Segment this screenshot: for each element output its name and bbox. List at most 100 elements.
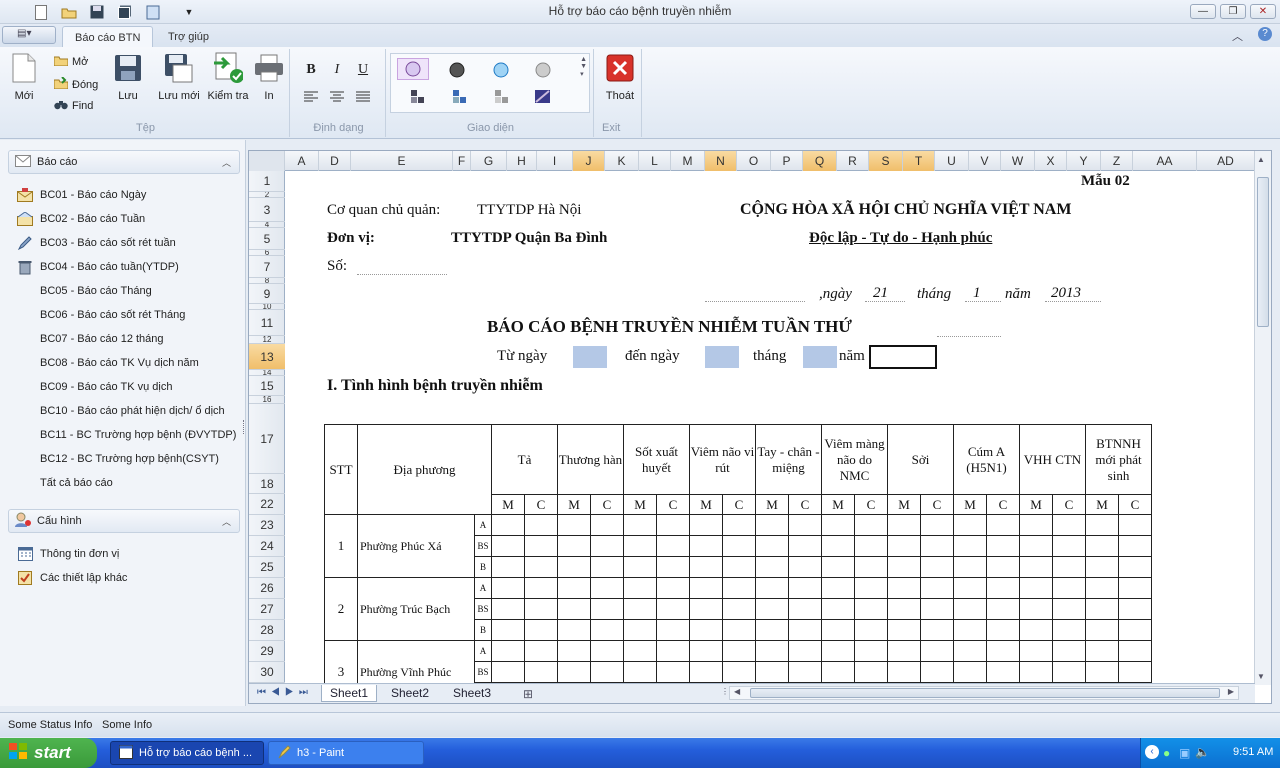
report-item-bc02[interactable]: BC02 - Báo cáo Tuần (16, 209, 145, 229)
data-cell[interactable] (491, 535, 525, 557)
location-field[interactable] (705, 301, 805, 302)
scroll-left-icon[interactable]: ◀ (734, 687, 740, 696)
stt-cell[interactable]: 2 (324, 577, 358, 641)
data-cell[interactable] (1052, 640, 1086, 662)
so-field[interactable] (357, 274, 447, 275)
data-cell[interactable] (953, 598, 987, 620)
row-header[interactable]: 28 (249, 620, 285, 641)
data-cell[interactable] (854, 619, 888, 641)
data-cell[interactable] (689, 661, 723, 683)
collapse-ribbon-icon[interactable]: ︿ (1232, 28, 1243, 44)
column-header[interactable]: O (737, 151, 771, 171)
data-cell[interactable] (821, 598, 855, 620)
data-cell[interactable] (755, 661, 789, 683)
maximize-button[interactable]: ❐ (1220, 4, 1246, 19)
row-header[interactable]: 16 (249, 396, 285, 404)
data-cell[interactable] (557, 661, 591, 683)
row-header[interactable]: 26 (249, 578, 285, 599)
data-cell[interactable] (755, 514, 789, 536)
data-cell[interactable] (722, 514, 756, 536)
data-cell[interactable] (821, 619, 855, 641)
row-header[interactable]: 24 (249, 536, 285, 557)
data-cell[interactable] (689, 556, 723, 578)
column-header[interactable]: X (1035, 151, 1067, 171)
data-cell[interactable] (689, 535, 723, 557)
data-cell[interactable] (1118, 556, 1152, 578)
task-paint[interactable]: h3 - Paint (268, 741, 424, 765)
data-cell[interactable] (1085, 514, 1119, 536)
data-cell[interactable] (557, 535, 591, 557)
column-header[interactable]: AD (1197, 151, 1255, 171)
bao-cao-header[interactable]: Báo cáo ︿ (8, 150, 240, 174)
data-cell[interactable] (557, 619, 591, 641)
data-cell[interactable] (854, 535, 888, 557)
week-field[interactable] (937, 336, 1001, 337)
data-cell[interactable] (656, 661, 690, 683)
data-cell[interactable] (1052, 556, 1086, 578)
data-cell[interactable] (689, 619, 723, 641)
report-item-bc10[interactable]: BC10 - Báo cáo phát hiện dịch/ ổ dịch (16, 401, 225, 421)
report-item-bc03[interactable]: BC03 - Báo cáo sốt rét tuần (16, 233, 176, 253)
data-cell[interactable] (1052, 661, 1086, 683)
data-cell[interactable] (986, 556, 1020, 578)
row-header[interactable]: 13 (249, 344, 285, 370)
data-cell[interactable] (689, 514, 723, 536)
stt-cell[interactable]: 3 (324, 640, 358, 685)
data-cell[interactable] (755, 619, 789, 641)
data-cell[interactable] (920, 577, 954, 599)
data-cell[interactable] (854, 640, 888, 662)
data-cell[interactable] (953, 514, 987, 536)
data-cell[interactable] (953, 535, 987, 557)
data-cell[interactable] (722, 556, 756, 578)
data-cell[interactable] (986, 640, 1020, 662)
data-cell[interactable] (1118, 661, 1152, 683)
data-cell[interactable] (590, 640, 624, 662)
data-cell[interactable] (524, 514, 558, 536)
data-cell[interactable] (788, 535, 822, 557)
data-cell[interactable] (524, 619, 558, 641)
column-header[interactable]: L (639, 151, 671, 171)
data-cell[interactable] (722, 535, 756, 557)
theme-black-icon[interactable] (449, 62, 465, 81)
column-header[interactable]: M (671, 151, 705, 171)
data-cell[interactable] (524, 535, 558, 557)
data-cell[interactable] (887, 640, 921, 662)
data-cell[interactable] (788, 661, 822, 683)
column-header[interactable]: Z (1101, 151, 1133, 171)
column-header[interactable]: Y (1067, 151, 1101, 171)
data-cell[interactable] (623, 640, 657, 662)
data-cell[interactable] (557, 640, 591, 662)
data-cell[interactable] (524, 661, 558, 683)
data-cell[interactable] (524, 556, 558, 578)
theme-blue-icon[interactable] (493, 62, 509, 81)
data-cell[interactable] (1118, 514, 1152, 536)
data-cell[interactable] (722, 598, 756, 620)
theme-office-icon[interactable] (397, 58, 429, 80)
theme-silver-icon[interactable] (535, 62, 551, 81)
row-header[interactable]: 9 (249, 284, 285, 304)
horizontal-scroll-thumb[interactable] (750, 688, 1220, 698)
tab-tro-giup[interactable]: Trợ giúp (156, 26, 221, 47)
cau-hinh-header[interactable]: Cấu hình ︿ (8, 509, 240, 533)
check-button[interactable]: Kiểm tra (204, 52, 252, 102)
column-header[interactable]: AA (1133, 151, 1197, 171)
row-header[interactable]: 5 (249, 228, 285, 250)
data-cell[interactable] (590, 556, 624, 578)
data-cell[interactable] (755, 577, 789, 599)
data-cell[interactable] (887, 598, 921, 620)
row-header[interactable]: 15 (249, 376, 285, 396)
report-table[interactable]: STT Địa phương Tả Thương hàn Sốt xuất huyết V… (324, 424, 1152, 685)
tray-expand-icon[interactable]: ‹ (1145, 745, 1159, 759)
data-cell[interactable] (557, 514, 591, 536)
column-header[interactable]: T (903, 151, 935, 171)
stt-cell[interactable]: 1 (324, 514, 358, 578)
data-cell[interactable] (788, 619, 822, 641)
collapse-icon[interactable]: ︿ (222, 156, 231, 169)
data-cell[interactable] (590, 535, 624, 557)
row-header[interactable]: 30 (249, 662, 285, 683)
data-cell[interactable] (1019, 661, 1053, 683)
row-header[interactable]: 12 (249, 336, 285, 344)
gallery-scroll-icon[interactable]: ▲ ▼ ▾ (580, 56, 587, 78)
data-cell[interactable] (821, 577, 855, 599)
data-cell[interactable] (656, 556, 690, 578)
